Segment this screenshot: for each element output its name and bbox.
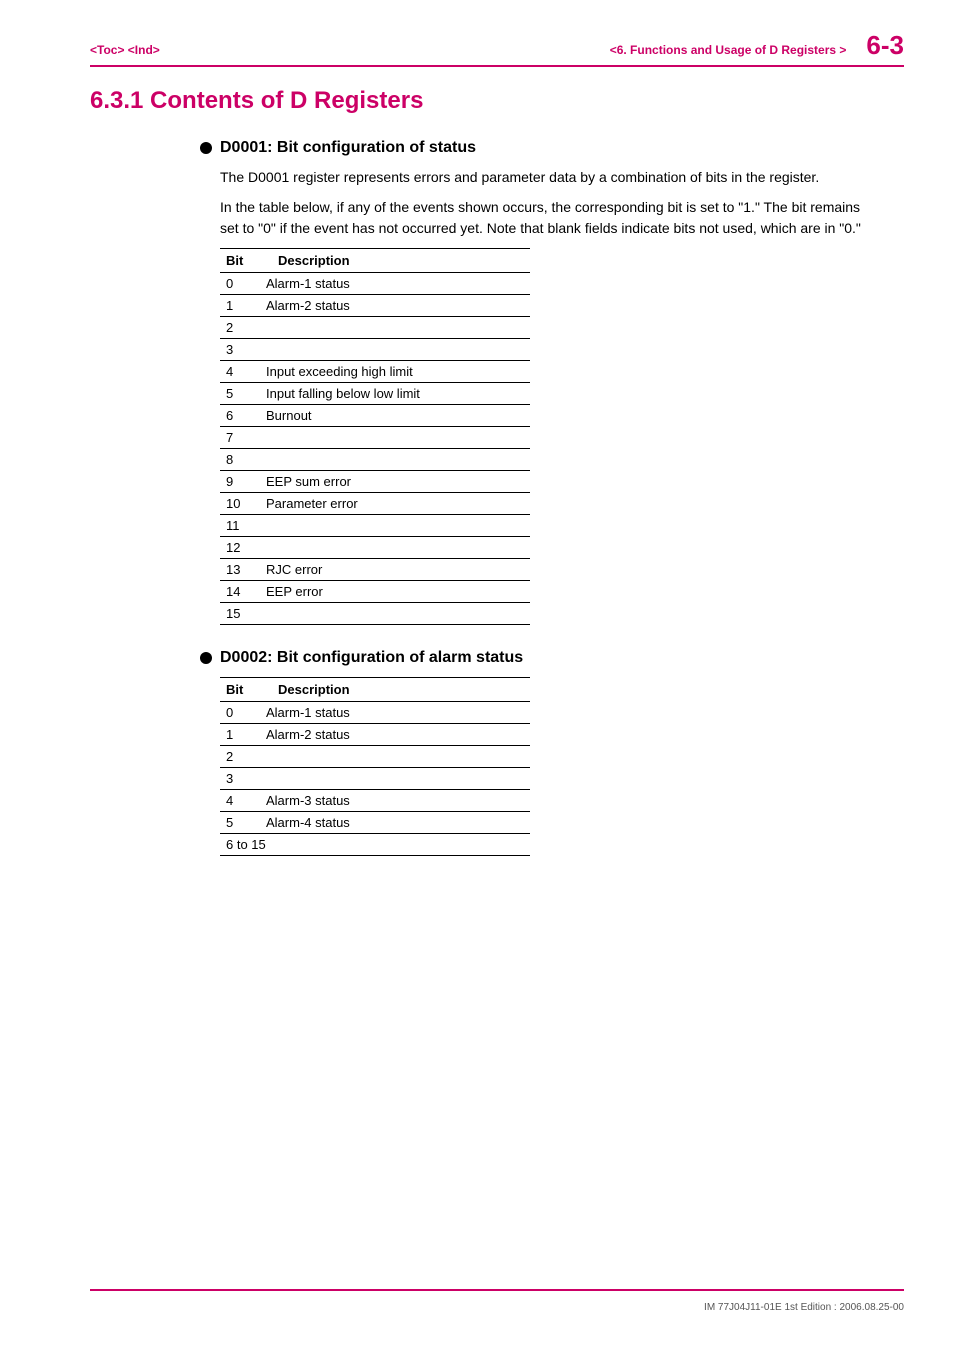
- subsection-title: D0002: Bit configuration of alarm status: [220, 649, 523, 667]
- table-cell-bit: 10: [220, 492, 260, 514]
- table-cell-bit: 4: [220, 360, 260, 382]
- table-cell-desc: Alarm-1 status: [260, 272, 530, 294]
- table-row: 2: [220, 316, 530, 338]
- table-row: 6 to 15: [220, 833, 530, 855]
- table-row: 6Burnout: [220, 404, 530, 426]
- table-cell-bit: 14: [220, 580, 260, 602]
- table-cell-desc: Alarm-3 status: [260, 789, 530, 811]
- subsection-title: D0001: Bit configuration of status: [220, 139, 476, 157]
- table-cell-desc: Alarm-2 status: [260, 294, 530, 316]
- table-cell-desc: Burnout: [260, 404, 530, 426]
- header-left-toc-ind[interactable]: <Toc> <Ind>: [90, 43, 160, 57]
- table-cell-desc: [260, 338, 530, 360]
- table-cell-bit: 1: [220, 723, 260, 745]
- table-cell-desc: Input falling below low limit: [260, 382, 530, 404]
- table-row: 13RJC error: [220, 558, 530, 580]
- table-d0002: Bit Description 0Alarm-1 status 1Alarm-2…: [220, 677, 530, 856]
- table-cell-desc: [260, 745, 530, 767]
- table-cell-desc: [260, 514, 530, 536]
- table-row: 10Parameter error: [220, 492, 530, 514]
- table-row: 8: [220, 448, 530, 470]
- table-cell-desc: Parameter error: [260, 492, 530, 514]
- paragraph: In the table below, if any of the events…: [220, 197, 864, 238]
- table-row: 1Alarm-2 status: [220, 723, 530, 745]
- table-header-bit: Bit: [220, 248, 260, 272]
- table-cell-desc: Input exceeding high limit: [260, 360, 530, 382]
- table-cell-bit: 5: [220, 811, 260, 833]
- table-row: 0Alarm-1 status: [220, 701, 530, 723]
- table-cell-desc: [260, 448, 530, 470]
- : 1Alarm-2 status: [220, 294, 530, 316]
- page-header: <Toc> <Ind> <6. Functions and Usage of D…: [90, 30, 904, 67]
- bullet-icon: [200, 652, 212, 664]
- paragraph: The D0001 register represents errors and…: [220, 167, 864, 187]
- table-row: 14EEP error: [220, 580, 530, 602]
- footer-rule: [90, 1289, 904, 1291]
- table-row: 4Input exceeding high limit: [220, 360, 530, 382]
- table-cell-bit: 6 to 15: [220, 833, 530, 855]
- table-cell-bit: 0: [220, 272, 260, 294]
- table-cell-bit: 1: [220, 294, 260, 316]
- bullet-icon: [200, 142, 212, 154]
- table-row: 3: [220, 767, 530, 789]
- table-row: 4Alarm-3 status: [220, 789, 530, 811]
- table-header-desc: Description: [260, 677, 530, 701]
- table-d0001: Bit Description 0Alarm-1 status 1Alarm-2…: [220, 248, 530, 625]
- table-cell-desc: Alarm-1 status: [260, 701, 530, 723]
- table-row: 11: [220, 514, 530, 536]
- table-cell-bit: 7: [220, 426, 260, 448]
- table-header-desc: Description: [260, 248, 530, 272]
- table-cell-bit: 9: [220, 470, 260, 492]
- table-cell-bit: 12: [220, 536, 260, 558]
- table-cell-bit: 0: [220, 701, 260, 723]
- table-row: 15: [220, 602, 530, 624]
- table-cell-desc: [260, 316, 530, 338]
- subsection-heading-d0002: D0002: Bit configuration of alarm status: [200, 649, 864, 667]
- table-cell-bit: 3: [220, 767, 260, 789]
- table-cell-bit: 2: [220, 745, 260, 767]
- table-cell-bit: 13: [220, 558, 260, 580]
- table-cell-bit: 6: [220, 404, 260, 426]
- table-cell-desc: RJC error: [260, 558, 530, 580]
- table-header-bit: Bit: [220, 677, 260, 701]
- section-title: 6.3.1 Contents of D Registers: [90, 87, 904, 115]
- table-row: 2: [220, 745, 530, 767]
- page-number: 6-3: [866, 30, 904, 61]
- table-row: 3: [220, 338, 530, 360]
- table-row: 5Alarm-4 status: [220, 811, 530, 833]
- table-cell-bit: 2: [220, 316, 260, 338]
- table-cell-desc: Alarm-2 status: [260, 723, 530, 745]
- table-row: 12: [220, 536, 530, 558]
- table-cell-bit: 15: [220, 602, 260, 624]
- table-cell-bit: 8: [220, 448, 260, 470]
- table-cell-bit: 3: [220, 338, 260, 360]
- header-right: <6. Functions and Usage of D Registers >…: [610, 30, 904, 61]
- table-cell-desc: [260, 536, 530, 558]
- table-row: 0Alarm-1 status: [220, 272, 530, 294]
- subsection-heading-d0001: D0001: Bit configuration of status: [200, 139, 864, 157]
- table-cell-bit: 5: [220, 382, 260, 404]
- table-row: 9EEP sum error: [220, 470, 530, 492]
- table-cell-desc: [260, 426, 530, 448]
- table-row: 7: [220, 426, 530, 448]
- table-cell-desc: [260, 602, 530, 624]
- table-row: 5Input falling below low limit: [220, 382, 530, 404]
- table-cell-desc: [260, 767, 530, 789]
- table-cell-bit: 4: [220, 789, 260, 811]
- table-cell-desc: Alarm-4 status: [260, 811, 530, 833]
- table-cell-desc: EEP sum error: [260, 470, 530, 492]
- table-cell-desc: EEP error: [260, 580, 530, 602]
- header-breadcrumb[interactable]: <6. Functions and Usage of D Registers >: [610, 43, 847, 57]
- footer-text: IM 77J04J11-01E 1st Edition : 2006.08.25…: [704, 1302, 904, 1313]
- table-cell-bit: 11: [220, 514, 260, 536]
